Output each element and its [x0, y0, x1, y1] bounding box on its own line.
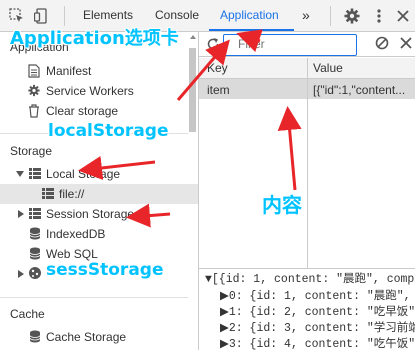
column-divider: [307, 58, 308, 268]
annotation-local-storage: localStorage: [48, 121, 169, 141]
grid-storage-icon: [29, 208, 41, 219]
toolbar-divider: [64, 6, 65, 26]
annotation-session-storage: sessStorage: [46, 260, 164, 280]
scroll-up-icon[interactable]: [188, 32, 198, 42]
sidebar-item-file-origin[interactable]: file://: [59, 184, 84, 204]
row-value-cell[interactable]: [{"id":1,"content...: [313, 83, 413, 97]
device-toolbar-icon[interactable]: [34, 8, 50, 24]
clear-all-icon[interactable]: [375, 36, 389, 50]
collapsed-triangle-icon[interactable]: [17, 210, 25, 218]
expanded-triangle-icon[interactable]: [16, 170, 24, 178]
database-icon: [29, 247, 41, 260]
column-header-value[interactable]: Value: [313, 61, 343, 75]
preview-line-root[interactable]: ▼[{id: 1, content: "晨跑", comp: [205, 270, 414, 286]
trash-icon: [29, 104, 39, 118]
toolbar-divider: [330, 6, 331, 26]
active-tab-indicator: [209, 29, 294, 31]
inspect-element-icon[interactable]: [9, 8, 25, 24]
cookie-icon: [29, 267, 41, 279]
gear-icon[interactable]: [344, 8, 360, 24]
tab-application[interactable]: Application: [220, 0, 279, 31]
section-cache: Cache: [10, 307, 45, 321]
database-icon: [29, 227, 41, 240]
annotation-content: 内容: [262, 193, 302, 217]
sidebar-scrollbar[interactable]: [189, 48, 196, 132]
sidebar-item-indexeddb[interactable]: IndexedDB: [46, 224, 105, 244]
grid-storage-icon: [42, 188, 54, 199]
sidebar-item-cache-storage[interactable]: Cache Storage: [46, 327, 126, 347]
sidebar-item-service-workers[interactable]: Service Workers: [46, 81, 134, 101]
section-storage: Storage: [10, 144, 53, 158]
database-icon: [29, 330, 41, 343]
collapsed-triangle-icon[interactable]: [17, 270, 25, 278]
row-key-cell[interactable]: item: [207, 83, 305, 97]
preview-line[interactable]: ▶2: {id: 3, content: "学习前端: [220, 319, 415, 335]
gear-icon: [28, 84, 40, 97]
more-tabs-button[interactable]: »: [302, 0, 310, 31]
preview-line[interactable]: ▶0: {id: 1, content: "晨跑",: [220, 287, 411, 303]
more-options-icon[interactable]: [371, 8, 387, 24]
sidebar-item-local-storage[interactable]: Local Storage: [46, 164, 120, 184]
column-header-key[interactable]: Key: [207, 61, 228, 75]
grid-storage-icon: [29, 168, 41, 179]
sidebar-item-manifest[interactable]: Manifest: [46, 61, 91, 81]
filter-input[interactable]: [238, 36, 348, 52]
refresh-icon[interactable]: [206, 37, 220, 51]
delete-selected-icon[interactable]: [400, 37, 412, 49]
preview-line[interactable]: ▶3: {id: 4, content: "吃午饭": [220, 335, 415, 351]
close-icon[interactable]: [395, 8, 411, 24]
sidebar-item-clear-storage[interactable]: Clear storage: [46, 101, 118, 121]
preview-line[interactable]: ▶1: {id: 2, content: "吃早饭": [220, 303, 415, 319]
sidebar-item-session-storage[interactable]: Session Storage: [46, 204, 134, 224]
selected-sidebar-row[interactable]: [0, 184, 198, 204]
section-divider: [0, 297, 188, 298]
manifest-icon: [28, 64, 40, 78]
annotation-application-tab: Application选项卡: [10, 28, 179, 49]
